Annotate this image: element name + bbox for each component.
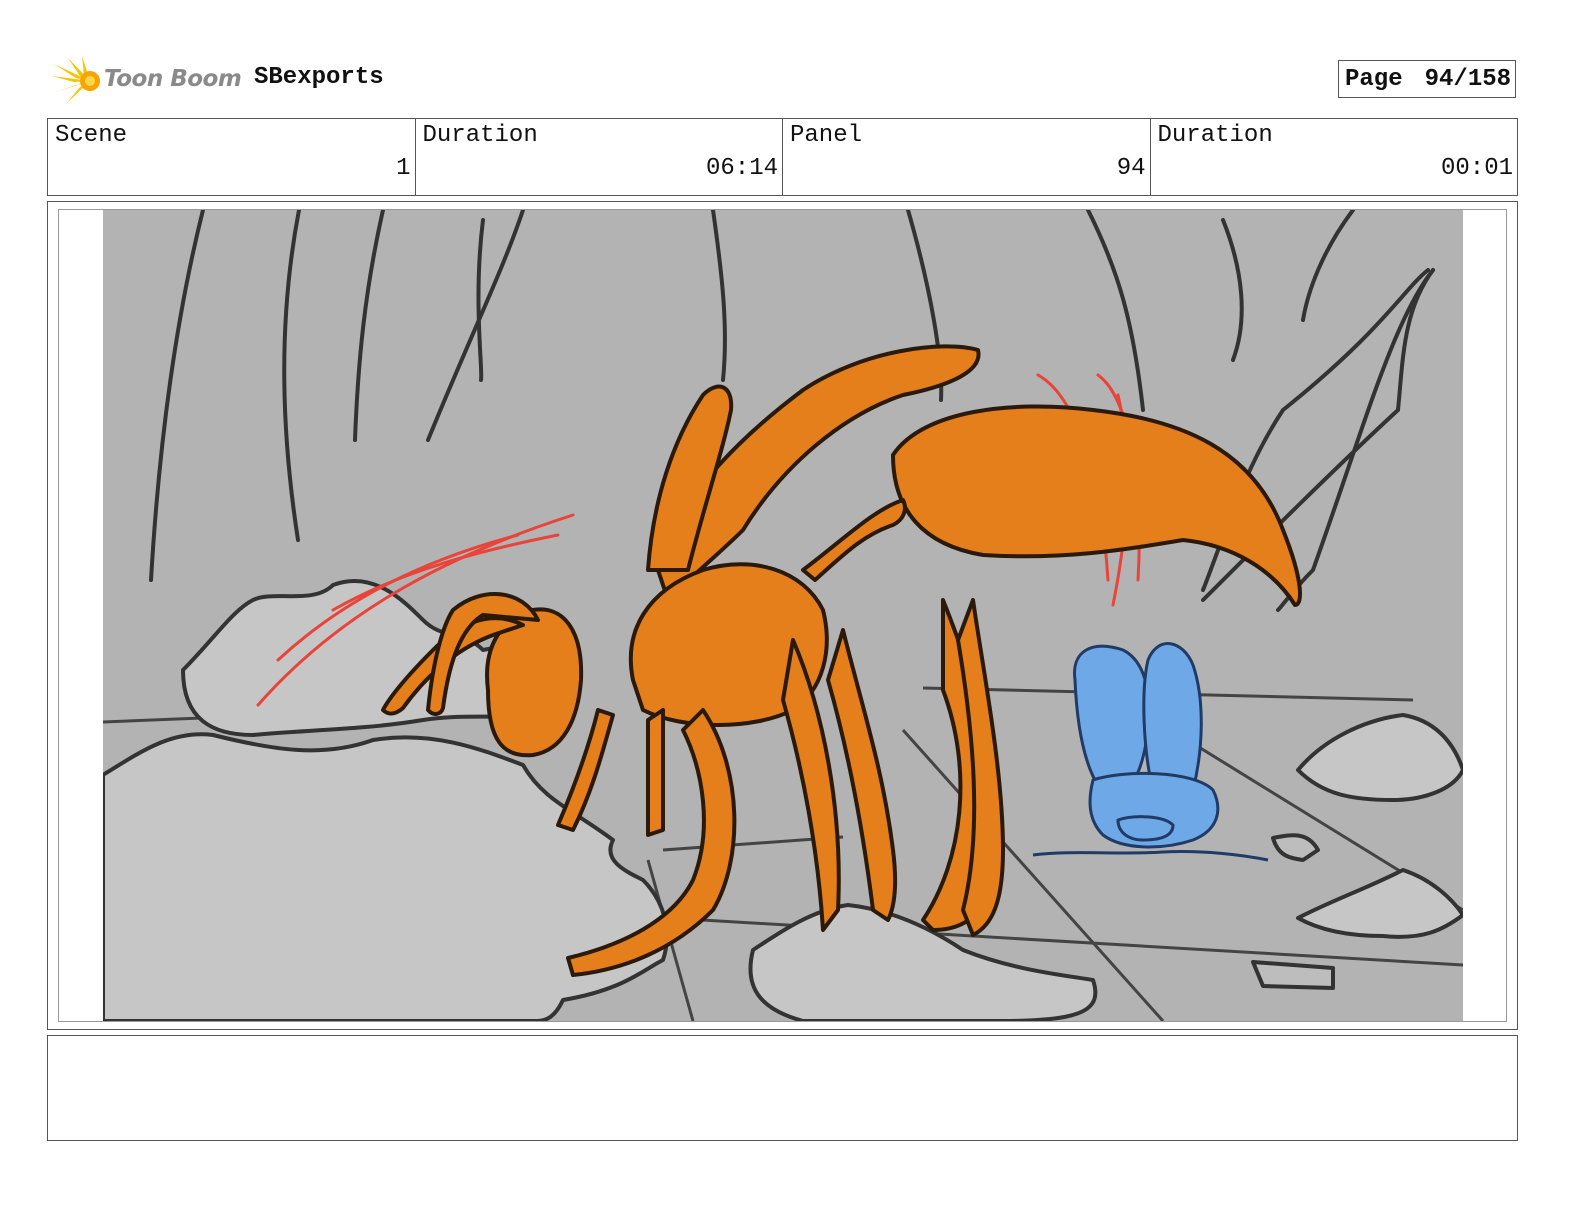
storyboard-panel-image bbox=[103, 210, 1463, 1021]
logo-text: Toon Boom bbox=[104, 66, 242, 92]
scene-cell: Scene 1 bbox=[48, 119, 416, 195]
scene-value: 1 bbox=[396, 155, 411, 182]
page-label: Page bbox=[1345, 65, 1403, 93]
starburst-icon bbox=[52, 56, 100, 104]
panel-label: Panel bbox=[790, 122, 863, 149]
panel-duration-label: Duration bbox=[1157, 122, 1273, 149]
scene-duration-label: Duration bbox=[422, 122, 538, 149]
panel-info-row: Scene 1 Duration 06:14 Panel 94 Duration… bbox=[47, 118, 1518, 196]
scene-label: Scene bbox=[55, 122, 128, 149]
panel-value: 94 bbox=[1116, 155, 1146, 182]
scene-duration-cell: Duration 06:14 bbox=[416, 119, 783, 195]
page-number: 94/158 bbox=[1424, 65, 1512, 93]
panel-cell: Panel 94 bbox=[783, 119, 1151, 195]
project-name: SBexports bbox=[254, 64, 384, 91]
scene-duration-value: 06:14 bbox=[705, 155, 778, 182]
toon-boom-logo: Toon Boom bbox=[50, 54, 242, 108]
panel-duration-cell: Duration 00:01 bbox=[1151, 119, 1518, 195]
page-indicator: Page 94/158 bbox=[1338, 60, 1516, 98]
panel-duration-value: 00:01 bbox=[1440, 155, 1513, 182]
panel-notes-box bbox=[47, 1035, 1518, 1141]
